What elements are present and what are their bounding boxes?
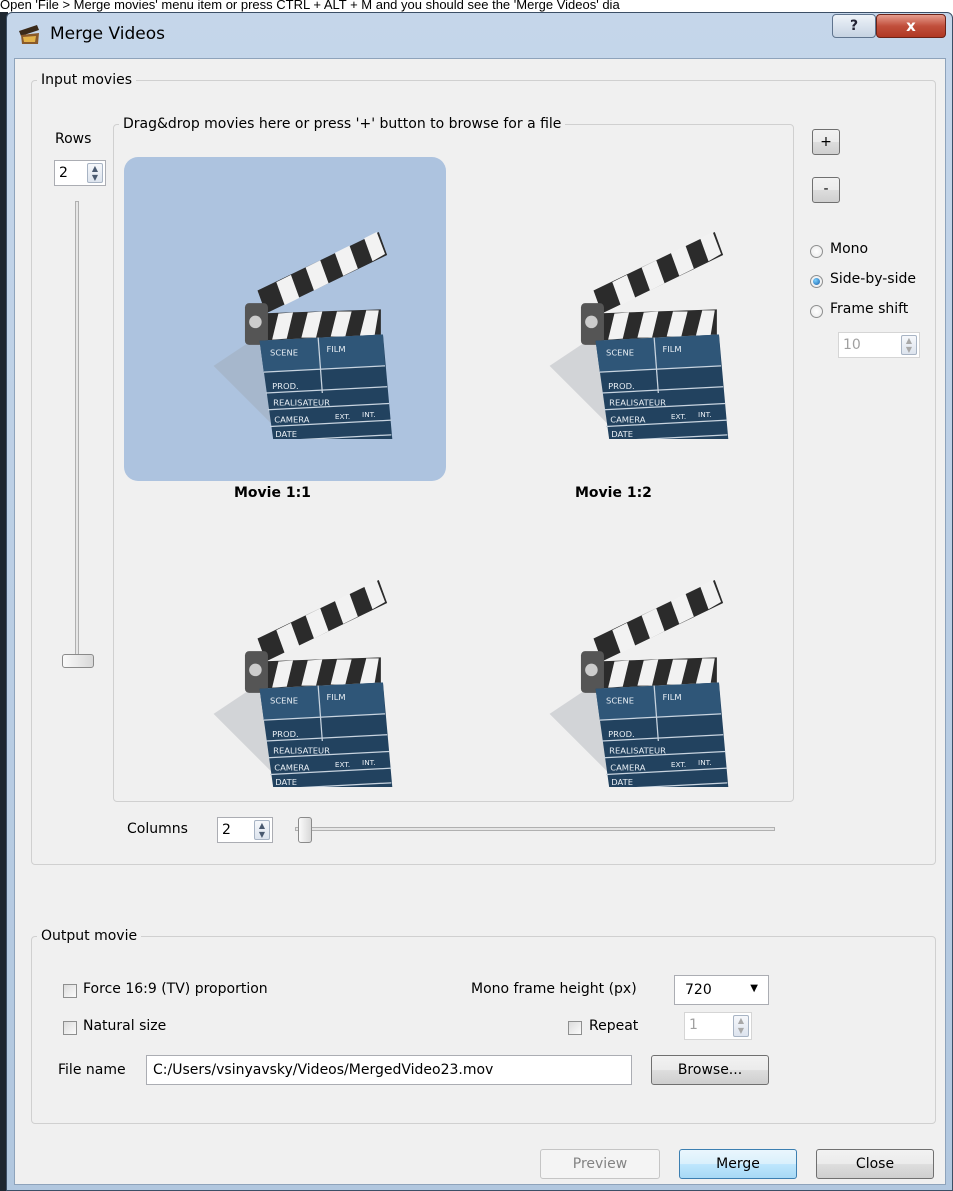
movie-tile-1-1[interactable] (124, 157, 446, 481)
frame-shift-spinbox[interactable]: 10 ▲ ▼ (838, 332, 920, 358)
help-button[interactable]: ? (832, 14, 876, 38)
mono-frame-height-combo[interactable]: 720 ▼ (674, 975, 769, 1005)
window-title: Merge Videos (50, 24, 165, 44)
file-name-input[interactable]: C:/Users/vsinyavsky/Videos/MergedVideo23… (146, 1055, 632, 1085)
columns-slider-track[interactable] (295, 827, 775, 831)
mono-frame-height-label: Mono frame height (px) (471, 981, 637, 997)
frame-shift-spin-arrows[interactable]: ▲ ▼ (901, 335, 917, 355)
spin-up-icon[interactable]: ▲ (255, 821, 269, 830)
movie-label-1-1: Movie 1:1 (234, 485, 311, 501)
rows-value: 2 (59, 165, 68, 181)
clapperboard-icon (182, 557, 402, 787)
mono-frame-height-value: 720 (685, 982, 712, 998)
natural-size-label[interactable]: Natural size (83, 1018, 166, 1034)
remove-movie-button[interactable]: - (812, 177, 840, 203)
movie-tile-1-2[interactable] (460, 157, 782, 481)
columns-spin-arrows[interactable]: ▲ ▼ (254, 820, 270, 840)
repeat-spinbox[interactable]: 1 ▲ ▼ (684, 1012, 752, 1040)
app-clapper-icon (19, 25, 39, 44)
drop-area-title: Drag&drop movies here or press '+' butto… (119, 116, 566, 132)
rows-label: Rows (55, 131, 92, 147)
columns-value: 2 (222, 822, 231, 838)
rows-slider-track[interactable] (75, 201, 79, 665)
spin-up-icon[interactable]: ▲ (734, 1016, 748, 1026)
close-button[interactable]: Close (816, 1149, 934, 1179)
spin-down-icon[interactable]: ▼ (902, 345, 916, 354)
mode-mono-radio[interactable] (810, 245, 823, 258)
mode-side-by-side-radio[interactable] (810, 275, 823, 288)
spin-down-icon[interactable]: ▼ (255, 830, 269, 839)
force-169-checkbox[interactable] (63, 984, 77, 998)
natural-size-checkbox[interactable] (63, 1021, 77, 1035)
page-caption: Open 'File > Merge movies' menu item or … (0, 0, 620, 12)
clapperboard-icon (182, 209, 402, 439)
spin-up-icon[interactable]: ▲ (902, 336, 916, 345)
rows-spinbox[interactable]: 2 ▲ ▼ (54, 160, 106, 186)
repeat-spin-arrows[interactable]: ▲ ▼ (733, 1015, 749, 1037)
force-169-label[interactable]: Force 16:9 (TV) proportion (83, 981, 268, 997)
rows-slider-handle[interactable] (62, 654, 94, 668)
input-movies-title: Input movies (37, 72, 136, 88)
rows-spin-arrows[interactable]: ▲ ▼ (87, 163, 103, 183)
chevron-down-icon[interactable]: ▼ (750, 983, 758, 994)
mode-frame-shift-radio[interactable] (810, 305, 823, 318)
clapperboard-icon (518, 209, 738, 439)
spin-down-icon[interactable]: ▼ (734, 1026, 748, 1036)
dialog-client-area: Input movies Rows 2 ▲ ▼ Drag&drop movies… (14, 58, 946, 1185)
file-name-label: File name (58, 1062, 126, 1078)
window-close-button[interactable]: x (876, 14, 946, 38)
spin-up-icon[interactable]: ▲ (88, 164, 102, 173)
mode-mono-label[interactable]: Mono (830, 241, 868, 257)
movie-tile-2-1[interactable] (124, 517, 446, 797)
frame-shift-value: 10 (843, 337, 861, 353)
columns-spinbox[interactable]: 2 ▲ ▼ (217, 817, 273, 843)
clapperboard-icon (518, 557, 738, 787)
movie-label-1-2: Movie 1:2 (575, 485, 652, 501)
movie-tile-2-2[interactable] (460, 517, 782, 797)
mode-side-by-side-label[interactable]: Side-by-side (830, 271, 916, 287)
merge-button[interactable]: Merge (679, 1149, 797, 1179)
repeat-value: 1 (689, 1017, 698, 1033)
mode-frame-shift-label[interactable]: Frame shift (830, 301, 908, 317)
browse-button[interactable]: Browse... (651, 1055, 769, 1085)
preview-button[interactable]: Preview (540, 1149, 660, 1179)
output-movie-title: Output movie (37, 928, 142, 944)
spin-down-icon[interactable]: ▼ (88, 173, 102, 182)
repeat-label[interactable]: Repeat (589, 1018, 638, 1034)
add-movie-button[interactable]: + (812, 129, 840, 155)
output-movie-group (31, 936, 936, 1124)
file-name-value: C:/Users/vsinyavsky/Videos/MergedVideo23… (153, 1062, 494, 1078)
columns-label: Columns (127, 821, 188, 837)
repeat-checkbox[interactable] (568, 1021, 582, 1035)
columns-slider-handle[interactable] (298, 817, 312, 843)
